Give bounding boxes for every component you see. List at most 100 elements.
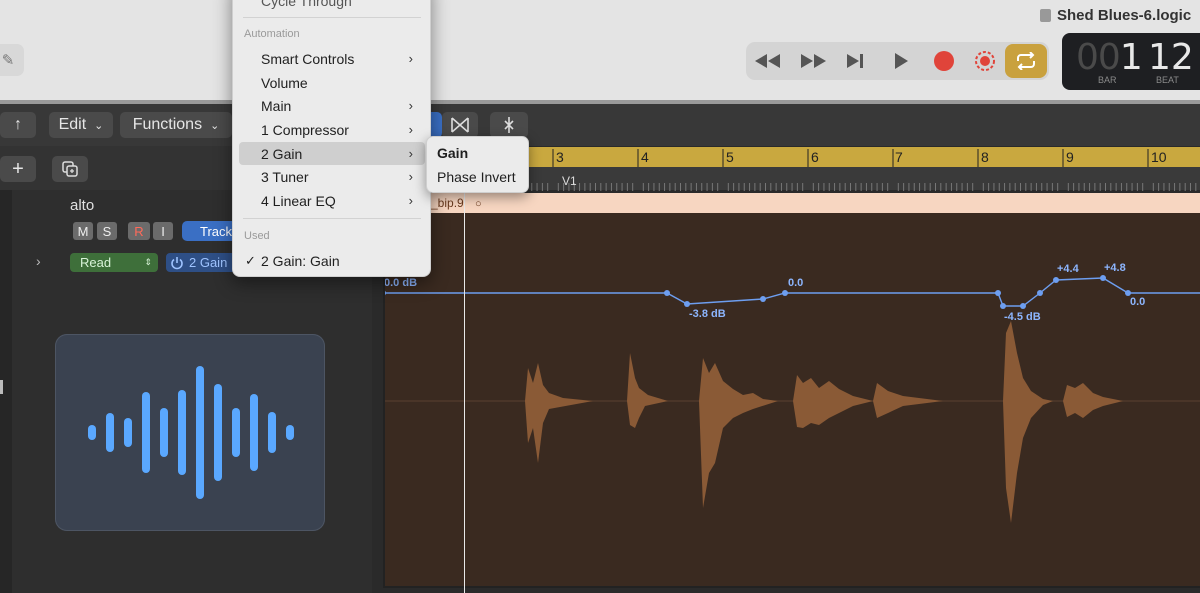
- menu-item-label: 2 Gain: [261, 145, 303, 162]
- chevron-right-icon: ›: [408, 146, 413, 161]
- menu-item-label: Volume: [261, 74, 308, 91]
- updown-chevron-icon: ⇕: [144, 257, 152, 267]
- rewind-button[interactable]: [748, 42, 788, 80]
- automation-mode-select[interactable]: Read ⇕: [70, 253, 158, 272]
- menu-item-smart-controls[interactable]: Smart Controls ›: [239, 47, 425, 70]
- bar-number: 7: [895, 149, 903, 165]
- up-arrow-icon: ↑: [14, 116, 22, 133]
- playhead[interactable]: [464, 140, 465, 593]
- menu-item-label: 4 Linear EQ: [261, 192, 336, 209]
- bar-number: 9: [1066, 149, 1074, 165]
- go-to-end-button[interactable]: [835, 42, 875, 80]
- edit-menu[interactable]: Edit ⌄: [49, 112, 113, 138]
- mute-button[interactable]: M: [73, 222, 93, 240]
- chevron-down-icon: ⌄: [210, 119, 220, 132]
- track-icon: [55, 334, 325, 531]
- menu-separator: [243, 218, 421, 219]
- marker-label[interactable]: V1: [562, 174, 577, 188]
- lcd-bar-value: 001: [1076, 37, 1143, 78]
- menu-item-3-tuner[interactable]: 3 Tuner ›: [239, 165, 425, 188]
- track-name[interactable]: alto: [70, 197, 94, 214]
- fast-forward-icon: [801, 54, 826, 68]
- automation-mode-label: Read: [80, 255, 112, 270]
- pencil-tool-button[interactable]: ✎: [0, 44, 24, 76]
- power-icon: [171, 256, 183, 269]
- skip-forward-icon: [847, 54, 863, 68]
- menu-item-2-gain[interactable]: 2 Gain ›: [239, 142, 425, 165]
- record-icon: [934, 51, 954, 71]
- menu-item-4-linear-eq[interactable]: 4 Linear EQ ›: [239, 189, 425, 212]
- lcd-beat-label: BEAT: [1156, 75, 1179, 85]
- play-button[interactable]: [881, 42, 921, 80]
- pencil-icon: ✎: [1, 52, 15, 69]
- menu-separator: [243, 17, 421, 18]
- record-button[interactable]: [924, 42, 964, 80]
- bar-number: 3: [556, 149, 564, 165]
- functions-menu[interactable]: Functions ⌄: [120, 112, 232, 138]
- chevron-right-icon: ›: [408, 51, 413, 66]
- input-monitor-button[interactable]: I: [153, 222, 173, 240]
- menu-item-cycle-through[interactable]: Cycle Through: [239, 0, 425, 12]
- autopunch-button[interactable]: [965, 42, 1005, 80]
- transport-controls: [746, 42, 1049, 80]
- resize-handle[interactable]: [0, 380, 3, 394]
- menu-item-label: 1 Compressor: [261, 121, 349, 138]
- gain-submenu: Gain Phase Invert: [426, 136, 529, 193]
- automation-parameter-menu: Cycle Through Automation Smart Controls ›…: [232, 0, 431, 277]
- play-icon: [895, 53, 908, 69]
- document-icon: [1040, 9, 1051, 22]
- chevron-right-icon: ›: [408, 98, 413, 113]
- add-track-button[interactable]: +: [0, 156, 36, 182]
- up-level-button[interactable]: ↑: [0, 112, 36, 138]
- chevron-down-icon: ⌄: [94, 119, 104, 132]
- menu-item-2-gain-gain[interactable]: ✓ 2 Gain: Gain: [239, 249, 425, 272]
- menu-item-label: 2 Gain: Gain: [261, 252, 340, 269]
- lcd-beat-value: 12: [1148, 37, 1194, 78]
- bar-number: 6: [811, 149, 819, 165]
- duplicate-icon: [62, 161, 78, 177]
- submenu-item-gain[interactable]: Gain: [437, 145, 468, 161]
- autopunch-icon: [975, 51, 995, 71]
- menu-section-header-automation: Automation: [244, 28, 300, 40]
- edit-menu-label: Edit: [58, 116, 87, 133]
- document-title-text: Shed Blues-6.logic: [1057, 7, 1192, 24]
- chevron-right-icon: ›: [408, 122, 413, 137]
- catch-playhead-button[interactable]: [490, 112, 528, 138]
- waveform-icon: [88, 366, 294, 499]
- menu-item-main[interactable]: Main ›: [239, 94, 425, 117]
- disclosure-triangle-icon[interactable]: ›: [36, 253, 41, 269]
- automation-parameter-label: 2 Gain: [189, 255, 228, 270]
- region-border: [383, 193, 1200, 588]
- snap-icon: [504, 117, 514, 133]
- functions-menu-label: Functions: [132, 116, 203, 133]
- rewind-icon: [755, 54, 780, 68]
- document-title: Shed Blues-6.logic: [1040, 7, 1191, 24]
- plus-icon: +: [12, 157, 24, 180]
- menu-item-1-compressor[interactable]: 1 Compressor ›: [239, 118, 425, 141]
- menu-item-label: Smart Controls: [261, 50, 355, 67]
- menu-item-volume[interactable]: Volume: [239, 71, 425, 94]
- bar-number: 8: [981, 149, 989, 165]
- record-enable-button[interactable]: R: [128, 222, 150, 240]
- chevron-right-icon: ›: [408, 193, 413, 208]
- bar-number: 10: [1151, 149, 1167, 165]
- bar-number: 5: [726, 149, 734, 165]
- cycle-button[interactable]: [1005, 44, 1047, 78]
- solo-button[interactable]: S: [97, 222, 117, 240]
- submenu-item-phase-invert[interactable]: Phase Invert: [437, 169, 516, 185]
- lcd-bar-leading-zeros: 00: [1076, 37, 1121, 78]
- fast-forward-button[interactable]: [793, 42, 833, 80]
- menu-section-header-used: Used: [244, 230, 270, 242]
- flex-view-button[interactable]: [442, 112, 478, 138]
- menu-item-label: Main: [261, 97, 292, 114]
- chevron-right-icon: ›: [408, 169, 413, 184]
- menu-item-label: 3 Tuner: [261, 168, 309, 185]
- flex-icon: [451, 117, 469, 133]
- lcd-display[interactable]: 001 12 BAR BEAT: [1062, 33, 1200, 90]
- duplicate-track-button[interactable]: [52, 156, 88, 182]
- lcd-bar-label: BAR: [1098, 75, 1117, 85]
- cycle-icon: [1017, 52, 1035, 70]
- bar-number: 4: [641, 149, 649, 165]
- lcd-bar-number: 1: [1119, 37, 1143, 78]
- checkmark-icon: ✓: [245, 252, 256, 268]
